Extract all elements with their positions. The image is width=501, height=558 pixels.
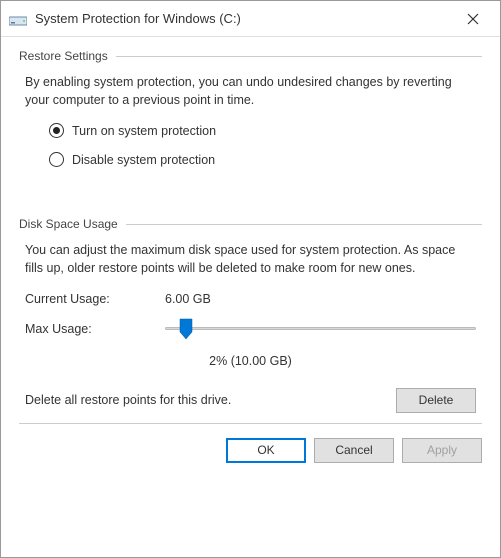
content-area: Restore Settings By enabling system prot… [1, 37, 500, 413]
disk-space-description: You can adjust the maximum disk space us… [19, 241, 482, 277]
max-usage-row: Max Usage: [19, 322, 482, 336]
protection-radio-group: Turn on system protection Disable system… [19, 123, 482, 167]
max-usage-slider[interactable] [165, 322, 476, 336]
radio-turn-on[interactable]: Turn on system protection [49, 123, 482, 138]
separator [126, 224, 482, 225]
restore-settings-description: By enabling system protection, you can u… [19, 73, 482, 109]
slider-thumb[interactable] [179, 318, 193, 338]
footer-separator [19, 423, 482, 424]
drive-icon [9, 12, 27, 26]
radio-disable-label: Disable system protection [72, 153, 215, 167]
slider-value-text: 2% (10.00 GB) [19, 354, 482, 368]
restore-settings-label: Restore Settings [19, 49, 108, 63]
disk-space-label: Disk Space Usage [19, 217, 118, 231]
disk-space-header: Disk Space Usage [19, 217, 482, 231]
cancel-button[interactable]: Cancel [314, 438, 394, 463]
current-usage-row: Current Usage: 6.00 GB [19, 292, 482, 306]
restore-settings-header: Restore Settings [19, 49, 482, 63]
footer-buttons: OK Cancel Apply [1, 438, 500, 477]
radio-disable[interactable]: Disable system protection [49, 152, 482, 167]
max-usage-label: Max Usage: [25, 322, 165, 336]
radio-turn-on-label: Turn on system protection [72, 124, 216, 138]
close-button[interactable] [452, 5, 494, 33]
window-title: System Protection for Windows (C:) [35, 11, 452, 26]
apply-button[interactable]: Apply [402, 438, 482, 463]
ok-button[interactable]: OK [226, 438, 306, 463]
titlebar: System Protection for Windows (C:) [1, 1, 500, 37]
delete-button[interactable]: Delete [396, 388, 476, 413]
delete-description: Delete all restore points for this drive… [25, 393, 396, 407]
current-usage-value: 6.00 GB [165, 292, 211, 306]
current-usage-label: Current Usage: [25, 292, 165, 306]
slider-track [165, 327, 476, 330]
radio-icon [49, 123, 64, 138]
radio-icon [49, 152, 64, 167]
separator [116, 56, 482, 57]
delete-row: Delete all restore points for this drive… [19, 388, 482, 413]
